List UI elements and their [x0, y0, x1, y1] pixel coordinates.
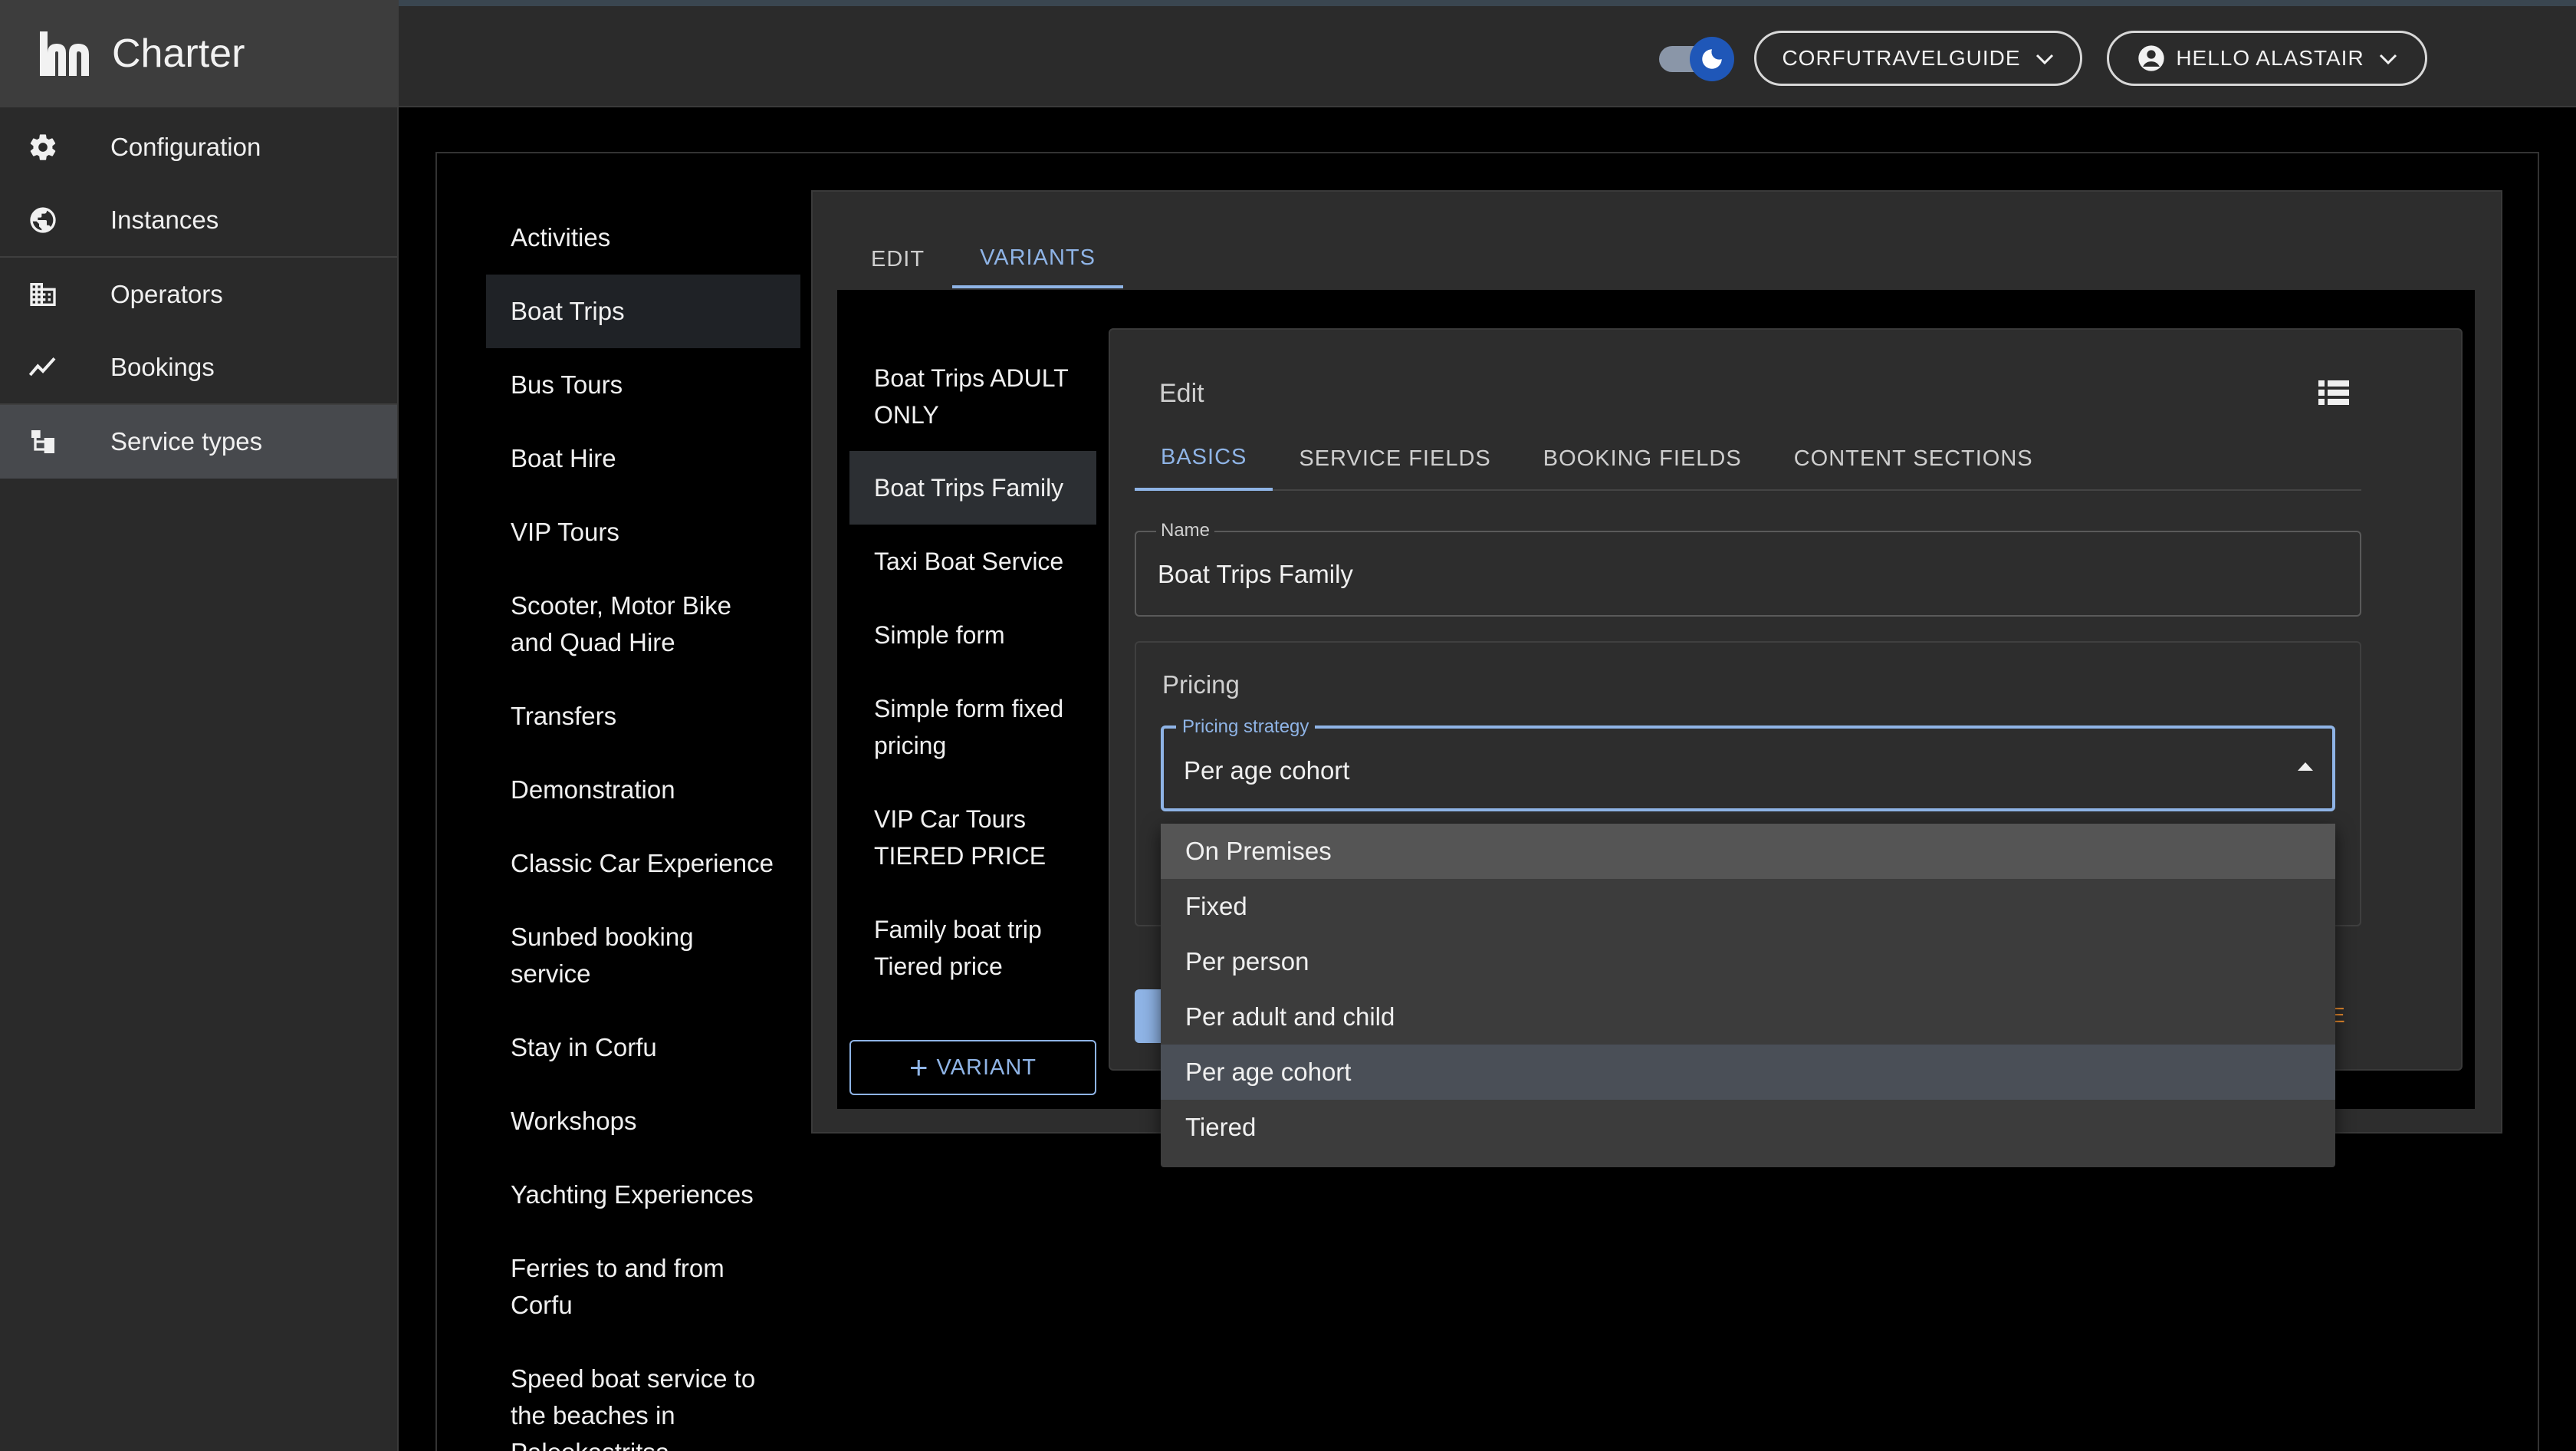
tab-basics[interactable]: BASICS	[1135, 426, 1273, 491]
add-variant-button[interactable]: + VARIANT	[849, 1040, 1096, 1095]
plus-icon: +	[909, 1049, 929, 1085]
trend-icon	[26, 350, 60, 384]
save-button[interactable]	[1135, 989, 1162, 1043]
tab-variants[interactable]: VARIANTS	[952, 230, 1123, 288]
sidebar-item-label: Service types	[110, 427, 263, 456]
brand[interactable]: Charter	[0, 0, 399, 107]
service-type-list: Activities Boat Trips Bus Tours Boat Hir…	[486, 201, 800, 1451]
list-item[interactable]: Activities	[486, 201, 800, 275]
tree-icon	[26, 425, 60, 459]
list-item[interactable]: VIP Tours	[486, 495, 800, 569]
top-bar: CORFUTRAVELGUIDE HELLO ALASTAIR	[399, 0, 2576, 107]
sidebar-nav: Configuration Instances Operators Bookin…	[0, 110, 397, 479]
sidebar: Charter Configuration Instances Operator…	[0, 0, 399, 1451]
organisation-label: CORFUTRAVELGUIDE	[1782, 46, 2021, 70]
gear-icon	[26, 130, 60, 164]
sidebar-item-bookings[interactable]: Bookings	[0, 331, 397, 405]
tab-service-fields[interactable]: SERVICE FIELDS	[1273, 426, 1516, 491]
list-item[interactable]: Boat Trips ADULT ONLY	[849, 342, 1096, 451]
user-label: HELLO ALASTAIR	[2176, 46, 2364, 70]
list-item[interactable]: Sunbed booking service	[486, 900, 800, 1011]
menu-item-per-adult-and-child[interactable]: Per adult and child	[1161, 989, 2335, 1045]
list-item[interactable]: Bus Tours	[486, 348, 800, 422]
sidebar-item-label: Operators	[110, 280, 223, 308]
list-item[interactable]: VIP Car Tours TIERED PRICE	[849, 782, 1096, 893]
building-icon	[26, 278, 60, 311]
charter-logo-icon	[38, 27, 97, 81]
organisation-menu-button[interactable]: CORFUTRAVELGUIDE	[1754, 31, 2082, 86]
edit-title: Edit	[1159, 379, 1204, 408]
list-item[interactable]: Boat Hire	[486, 422, 800, 495]
list-item[interactable]: Ferries to and from Corfu	[486, 1232, 800, 1342]
sidebar-item-label: Bookings	[110, 353, 215, 381]
sidebar-item-label: Configuration	[110, 133, 261, 161]
menu-item-fixed[interactable]: Fixed	[1161, 879, 2335, 934]
app-name: Charter	[112, 31, 245, 76]
pricing-strategy-value: Per age cohort	[1184, 756, 1350, 785]
pricing-strategy-menu: On Premises Fixed Per person Per adult a…	[1161, 824, 2335, 1167]
globe-icon	[26, 203, 60, 237]
tab-content-sections[interactable]: CONTENT SECTIONS	[1768, 426, 2059, 491]
chevron-down-icon	[2035, 46, 2055, 71]
list-item[interactable]: Speed boat service to the beaches in Pal…	[486, 1342, 800, 1451]
menu-item-tiered[interactable]: Tiered	[1161, 1100, 2335, 1155]
variant-list: Boat Trips ADULT ONLY Boat Trips Family …	[849, 342, 1096, 1003]
top-accent-line	[399, 0, 2576, 6]
list-item[interactable]: Classic Car Experience	[486, 827, 800, 900]
list-item[interactable]: Simple form	[849, 598, 1096, 672]
add-variant-label: VARIANT	[936, 1055, 1037, 1080]
menu-item-per-person[interactable]: Per person	[1161, 934, 2335, 989]
menu-item-per-age-cohort[interactable]: Per age cohort	[1161, 1045, 2335, 1100]
pricing-title: Pricing	[1162, 670, 1240, 699]
moon-icon	[1690, 37, 1734, 81]
list-item[interactable]: Family boat trip Tiered price	[849, 893, 1096, 1003]
list-item[interactable]: Boat Trips Family	[849, 451, 1096, 525]
caret-up-icon	[2297, 761, 2314, 772]
sidebar-item-operators[interactable]: Operators	[0, 258, 397, 331]
list-item[interactable]: Transfers	[486, 679, 800, 753]
list-item[interactable]: Boat Trips	[486, 275, 800, 348]
name-field-value: Boat Trips Family	[1158, 560, 1353, 588]
pricing-strategy-label: Pricing strategy	[1176, 716, 1316, 738]
list-item[interactable]: Simple form fixed pricing	[849, 672, 1096, 782]
sidebar-item-configuration[interactable]: Configuration	[0, 110, 397, 184]
tab-booking-fields[interactable]: BOOKING FIELDS	[1517, 426, 1768, 491]
list-item[interactable]: Yachting Experiences	[486, 1158, 800, 1232]
name-field-label: Name	[1156, 520, 1215, 541]
user-menu-button[interactable]: HELLO ALASTAIR	[2107, 31, 2427, 86]
sidebar-item-instances[interactable]: Instances	[0, 184, 397, 258]
list-item[interactable]: Stay in Corfu	[486, 1011, 800, 1084]
list-view-icon[interactable]	[2318, 379, 2349, 406]
menu-item-on-premises[interactable]: On Premises	[1161, 824, 2335, 879]
chevron-down-icon	[2378, 46, 2398, 71]
user-avatar-icon	[2136, 43, 2167, 74]
list-item[interactable]: Demonstration	[486, 753, 800, 827]
list-item[interactable]: Scooter, Motor Bike and Quad Hire	[486, 569, 800, 679]
sidebar-item-service-types[interactable]: Service types	[0, 405, 397, 479]
sidebar-item-label: Instances	[110, 206, 219, 234]
tab-edit[interactable]: EDIT	[843, 230, 952, 288]
edit-tabs: BASICS SERVICE FIELDS BOOKING FIELDS CON…	[1135, 426, 2361, 491]
list-item[interactable]: Workshops	[486, 1084, 800, 1158]
list-item[interactable]: Taxi Boat Service	[849, 525, 1096, 598]
service-tabs: EDIT VARIANTS	[843, 230, 1123, 288]
dark-mode-toggle[interactable]	[1656, 37, 1734, 81]
